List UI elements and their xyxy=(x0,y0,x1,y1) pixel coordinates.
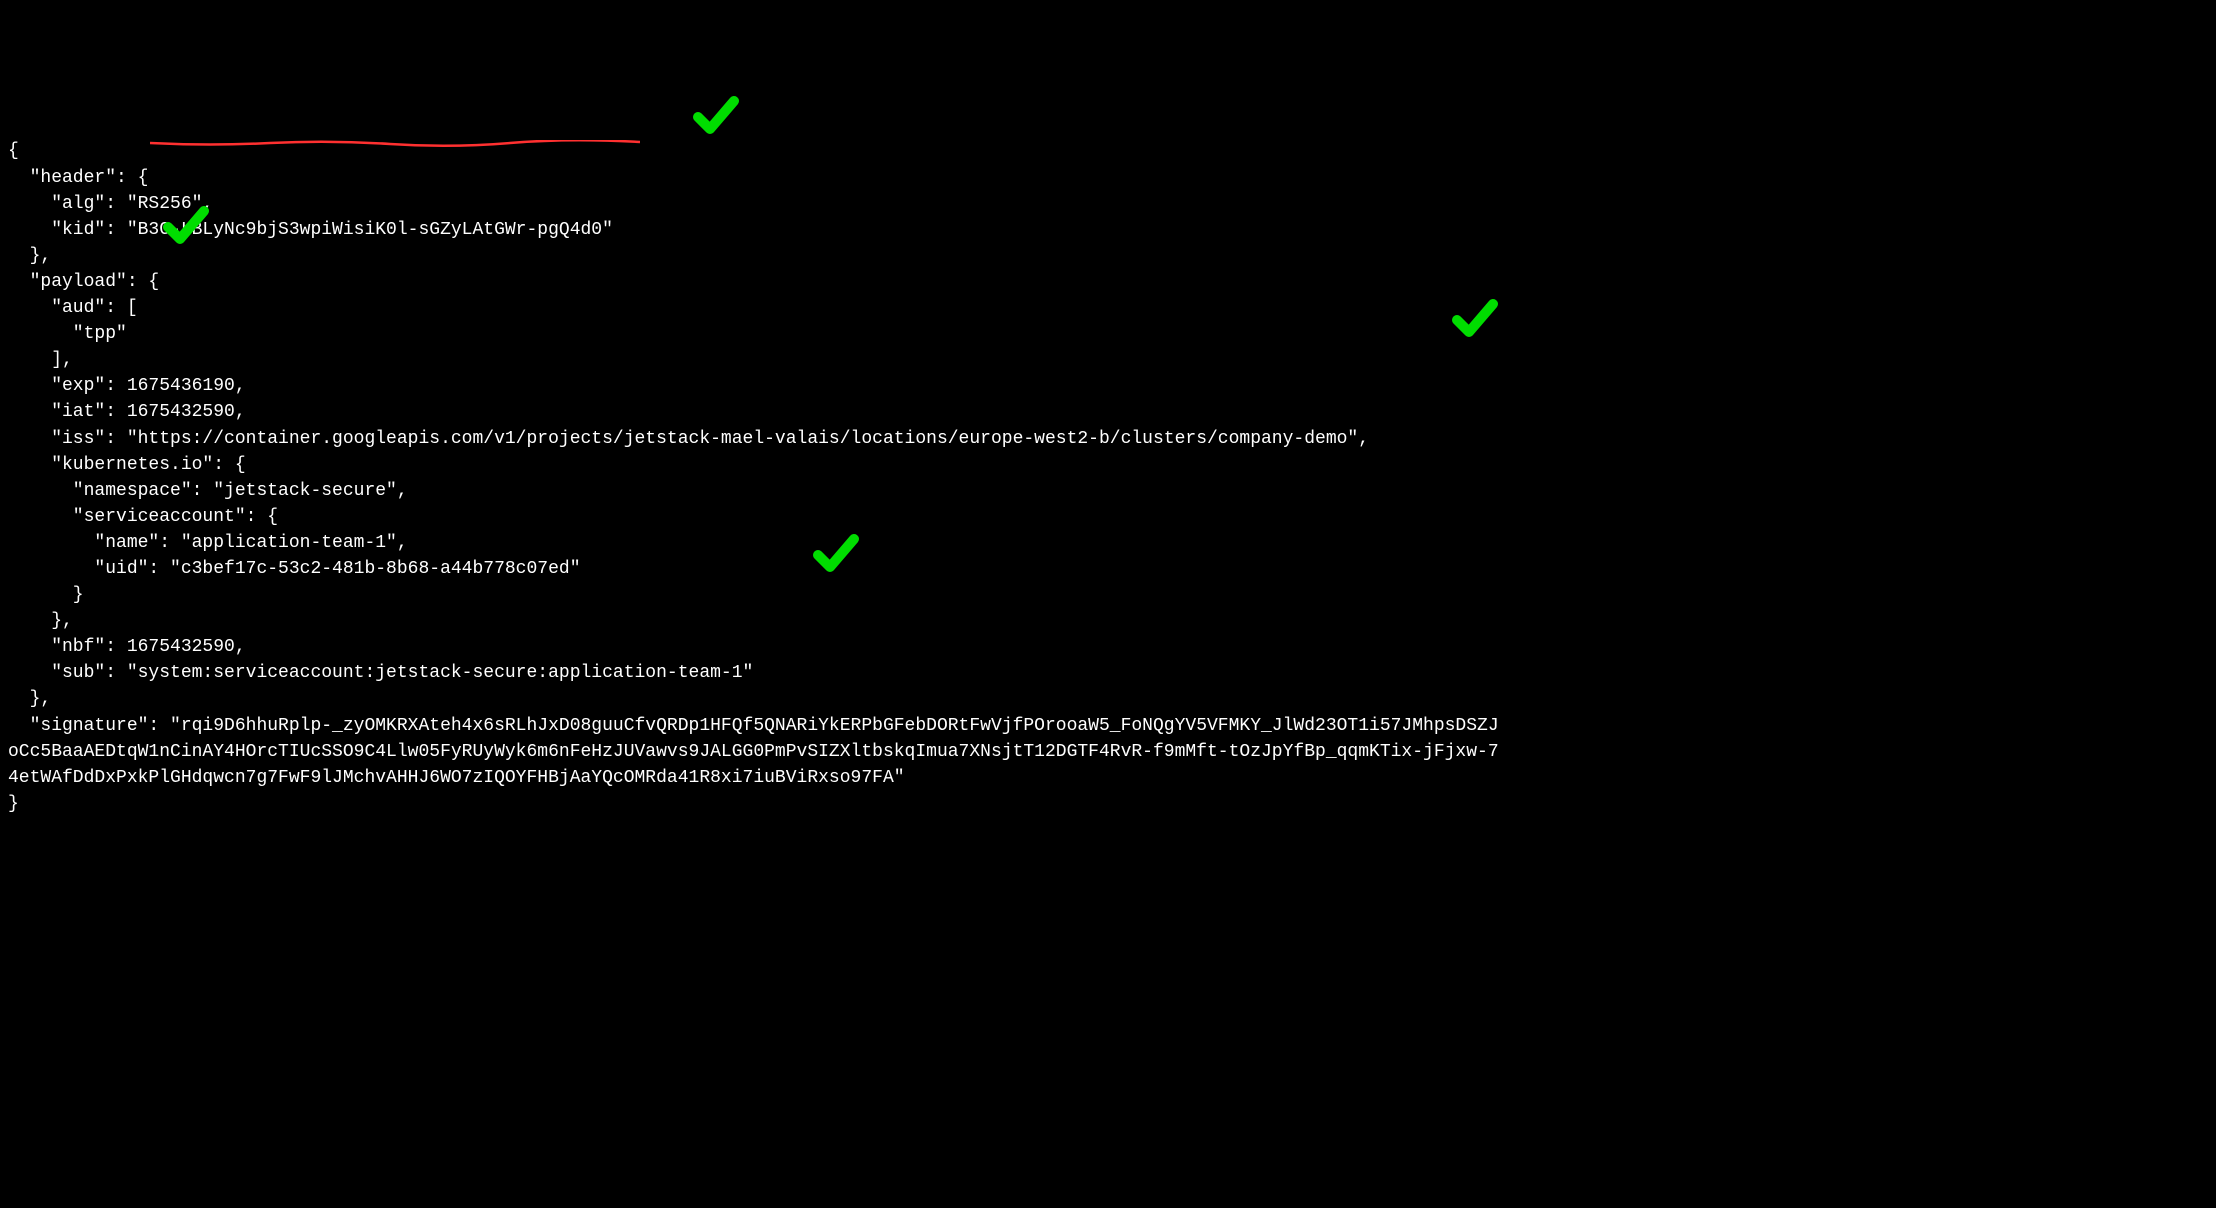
code-line: "exp": 1675436190, xyxy=(8,376,246,396)
code-line: }, xyxy=(8,246,51,266)
code-line: "kubernetes.io": { xyxy=(8,455,246,475)
code-line-signature: oCc5BaaAEDtqW1nCinAY4HOrcTIUcSSO9C4Llw05… xyxy=(8,742,1499,762)
checkmark-icon xyxy=(670,65,718,113)
code-line: } xyxy=(8,794,19,814)
code-line: "aud": [ xyxy=(8,298,138,318)
code-line-aud-tpp: "tpp" xyxy=(8,324,127,344)
code-line-sub: "sub": "system:serviceaccount:jetstack-s… xyxy=(8,663,753,683)
code-line-iss: "iss": "https://container.googleapis.com… xyxy=(8,429,1369,449)
code-line: }, xyxy=(8,689,51,709)
checkmark-icon xyxy=(790,503,838,551)
code-line: "header": { xyxy=(8,168,148,188)
code-line: }, xyxy=(8,611,73,631)
checkmark-icon xyxy=(140,175,188,223)
code-line: "serviceaccount": { xyxy=(8,507,278,527)
code-line: "nbf": 1675432590, xyxy=(8,637,246,657)
code-line: "uid": "c3bef17c-53c2-481b-8b68-a44b778c… xyxy=(8,559,581,579)
code-line: { xyxy=(8,141,19,161)
json-code-block: { "header": { "alg": "RS256", "kid": "B3… xyxy=(8,112,2208,817)
code-line: "namespace": "jetstack-secure", xyxy=(8,481,408,501)
underline-annotation xyxy=(128,105,618,113)
code-line: ], xyxy=(8,350,73,370)
code-line: } xyxy=(8,585,84,605)
code-line-signature: 4etWAfDdDxPxkPlGHdqwcn7g7FwF9lJMchvAHHJ6… xyxy=(8,768,905,788)
code-line: "iat": 1675432590, xyxy=(8,402,246,422)
code-line-signature: "signature": "rqi9D6hhuRplp-_zyOMKRXAteh… xyxy=(8,716,1499,736)
code-line: "name": "application-team-1", xyxy=(8,533,408,553)
checkmark-icon xyxy=(1429,268,1477,316)
code-line: "payload": { xyxy=(8,272,159,292)
code-line-kid: "kid": "B3G-LBLyNc9bjS3wpiWisiK0l-sGZyLA… xyxy=(8,220,613,240)
